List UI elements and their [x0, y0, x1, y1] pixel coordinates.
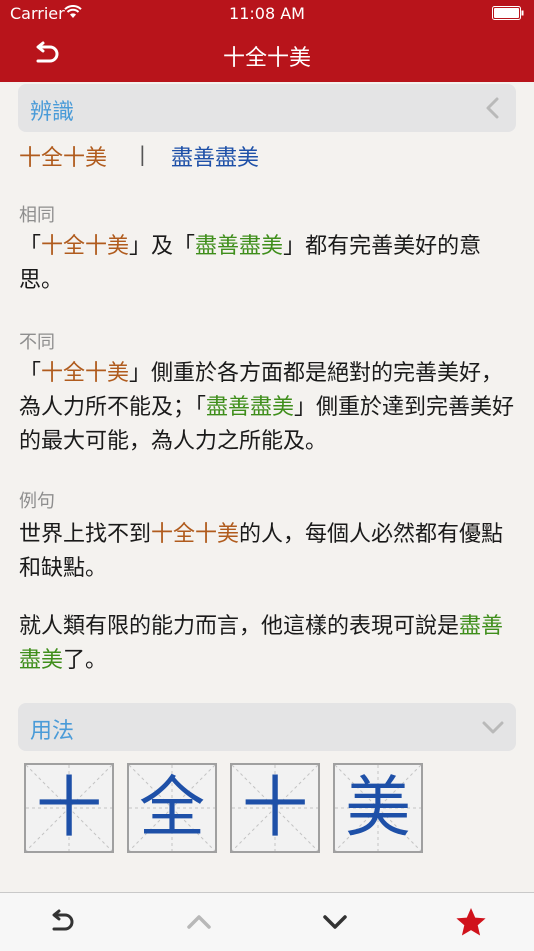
tab-separator: |	[139, 142, 146, 166]
status-time: 11:08 AM	[229, 4, 305, 23]
text: 」及「	[129, 234, 196, 259]
text: 「	[19, 234, 42, 259]
back-icon[interactable]	[46, 907, 78, 937]
tab-second-word[interactable]: 盡善盡美	[171, 140, 259, 172]
character: 美	[345, 769, 411, 846]
section-label-diff: 不同	[19, 332, 55, 353]
section-label-same: 相同	[19, 205, 55, 226]
diff-paragraph: 「十全十美」側重於各方面都是絕對的完善美好，為人力所不能及；「盡善盡美」側重於達…	[19, 357, 515, 459]
character-grid[interactable]: 全	[127, 763, 217, 853]
word-highlight[interactable]: 十全十美	[41, 361, 129, 386]
navigation-bar: 十全十美	[0, 26, 534, 82]
word-tabs: 十全十美 | 盡善盡美	[19, 140, 519, 174]
usage-label: 用法	[30, 719, 75, 744]
star-icon[interactable]	[455, 907, 487, 937]
chevron-up-icon[interactable]	[183, 907, 215, 937]
text: 「	[19, 361, 42, 386]
page-title: 十全十美	[222, 46, 311, 71]
character-grid[interactable]: 美	[333, 763, 423, 853]
battery-icon	[492, 6, 524, 20]
text: 就人類有限的能力而言，他這樣的表現可說是	[19, 614, 460, 639]
character: 全	[139, 769, 205, 846]
identify-label: 辨識	[30, 100, 75, 125]
bottom-toolbar	[0, 892, 534, 951]
section-label-example: 例句	[19, 491, 55, 512]
chevron-down-icon	[482, 721, 504, 734]
character-grid[interactable]: 十	[230, 763, 320, 853]
identify-panel-header[interactable]: 辨識	[18, 84, 516, 132]
usage-panel-header[interactable]: 用法	[18, 703, 516, 751]
word-highlight[interactable]: 盡善盡美	[206, 395, 294, 420]
character: 十	[242, 769, 308, 846]
status-bar: Carrier 11:08 AM	[0, 0, 534, 26]
same-paragraph: 「十全十美」及「盡善盡美」都有完善美好的意思。	[19, 230, 515, 298]
example-sentence-1: 世界上找不到十全十美的人，每個人必然都有優點和缺點。	[19, 518, 515, 586]
example-sentence-2: 就人類有限的能力而言，他這樣的表現可說是盡善盡美了。	[19, 610, 515, 678]
chevron-left-icon	[486, 97, 499, 119]
word-highlight[interactable]: 十全十美	[151, 522, 239, 547]
word-highlight[interactable]: 十全十美	[41, 234, 129, 259]
character: 十	[36, 769, 102, 846]
character-grid[interactable]: 十	[24, 763, 114, 853]
word-highlight[interactable]: 盡善盡美	[195, 234, 283, 259]
chevron-down-icon[interactable]	[319, 907, 351, 937]
text: 世界上找不到	[19, 522, 152, 547]
tab-first-word[interactable]: 十全十美	[19, 140, 107, 172]
text: 了。	[63, 648, 108, 673]
